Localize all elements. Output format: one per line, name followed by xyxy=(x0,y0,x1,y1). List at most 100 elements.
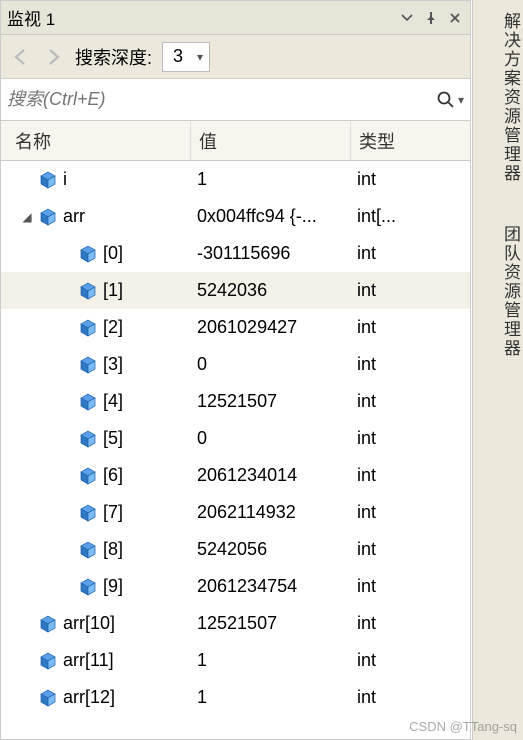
row-name: arr[12] xyxy=(63,687,115,708)
row-name: [8] xyxy=(103,539,123,560)
table-row[interactable]: [7] 2062114932int xyxy=(1,494,470,531)
sidebar-tab-team-explorer[interactable]: 团队资源管理器 xyxy=(473,213,523,370)
panel-title: 监视 1 xyxy=(7,5,398,30)
row-value: 1 xyxy=(191,679,351,716)
row-type: int xyxy=(351,531,470,568)
row-value: 2062114932 xyxy=(191,494,351,531)
search-button[interactable]: ▾ xyxy=(436,90,464,110)
search-input[interactable] xyxy=(7,89,436,110)
table-row[interactable]: [3] 0int xyxy=(1,346,470,383)
table-row[interactable]: [9] 2061234754int xyxy=(1,568,470,605)
row-value: 12521507 xyxy=(191,383,351,420)
close-icon[interactable] xyxy=(446,9,464,27)
variable-cube-icon xyxy=(39,171,57,189)
column-headers: 名称 值 类型 xyxy=(1,121,470,161)
table-row[interactable]: [0] -301115696int xyxy=(1,235,470,272)
expander-icon[interactable]: ◢ xyxy=(15,210,39,224)
row-value: 12521507 xyxy=(191,605,351,642)
dropdown-icon[interactable] xyxy=(398,9,416,27)
row-type: int xyxy=(351,605,470,642)
row-type: int xyxy=(351,383,470,420)
depth-label: 搜索深度: xyxy=(75,44,152,70)
row-type: int xyxy=(351,309,470,346)
row-name: [5] xyxy=(103,428,123,449)
row-value: 2061234014 xyxy=(191,457,351,494)
row-name: [1] xyxy=(103,280,123,301)
row-value: 5242056 xyxy=(191,531,351,568)
row-value: -301115696 xyxy=(191,235,351,272)
pin-icon[interactable] xyxy=(422,9,440,27)
table-row[interactable]: [1] 5242036int xyxy=(1,272,470,309)
row-value: 0 xyxy=(191,420,351,457)
variable-cube-icon xyxy=(39,615,57,633)
row-name: i xyxy=(63,169,67,190)
depth-value: 3 xyxy=(173,46,191,67)
row-value: 1 xyxy=(191,642,351,679)
variable-cube-icon xyxy=(79,504,97,522)
variable-cube-icon xyxy=(79,541,97,559)
toolbar: 搜索深度: 3 ▾ xyxy=(1,35,470,79)
row-name: [9] xyxy=(103,576,123,597)
row-type: int xyxy=(351,346,470,383)
variable-cube-icon xyxy=(39,689,57,707)
row-type: int[... xyxy=(351,198,470,235)
row-type: int xyxy=(351,235,470,272)
row-value: 2061234754 xyxy=(191,568,351,605)
variable-cube-icon xyxy=(79,467,97,485)
row-name: [7] xyxy=(103,502,123,523)
sidebar-tab-solution-explorer[interactable]: 解决方案资源管理器 xyxy=(473,0,523,195)
table-row[interactable]: arr[12] 1int xyxy=(1,679,470,716)
variable-cube-icon xyxy=(79,356,97,374)
watch-panel: 监视 1 搜索深度: 3 ▾ ▾ xyxy=(0,0,471,740)
table-row[interactable]: [6] 2061234014int xyxy=(1,457,470,494)
row-type: int xyxy=(351,642,470,679)
row-name: [0] xyxy=(103,243,123,264)
row-value: 5242036 xyxy=(191,272,351,309)
forward-arrow-icon[interactable] xyxy=(39,43,67,71)
row-type: int xyxy=(351,679,470,716)
row-type: int xyxy=(351,272,470,309)
row-value: 0x004ffc94 {-... xyxy=(191,198,351,235)
sidebar: 解决方案资源管理器 团队资源管理器 xyxy=(472,0,523,740)
header-name[interactable]: 名称 xyxy=(1,121,191,160)
row-name: arr[11] xyxy=(63,650,114,671)
row-type: int xyxy=(351,568,470,605)
table-row[interactable]: [4]12521507int xyxy=(1,383,470,420)
variable-cube-icon xyxy=(79,245,97,263)
row-value: 0 xyxy=(191,346,351,383)
chevron-down-icon: ▾ xyxy=(197,50,203,64)
chevron-down-icon: ▾ xyxy=(458,93,464,107)
row-type: int xyxy=(351,161,470,198)
searchbar: ▾ xyxy=(1,79,470,121)
table-row[interactable]: i 1int xyxy=(1,161,470,198)
table-row[interactable]: arr[10] 12521507int xyxy=(1,605,470,642)
back-arrow-icon[interactable] xyxy=(7,43,35,71)
row-value: 1 xyxy=(191,161,351,198)
table-row[interactable]: [5] 0int xyxy=(1,420,470,457)
row-type: int xyxy=(351,420,470,457)
titlebar: 监视 1 xyxy=(1,1,470,35)
table-row[interactable]: [2] 2061029427int xyxy=(1,309,470,346)
variable-cube-icon xyxy=(39,652,57,670)
header-type[interactable]: 类型 xyxy=(351,121,470,160)
watermark: CSDN @TTang-sq xyxy=(409,719,517,734)
variable-cube-icon xyxy=(79,578,97,596)
row-name: [6] xyxy=(103,465,123,486)
table-row[interactable]: ◢arr0x004ffc94 {-...int[... xyxy=(1,198,470,235)
row-name: [2] xyxy=(103,317,123,338)
variable-cube-icon xyxy=(79,430,97,448)
variable-cube-icon xyxy=(39,208,57,226)
table-row[interactable]: arr[11] 1int xyxy=(1,642,470,679)
depth-select[interactable]: 3 ▾ xyxy=(162,42,210,72)
row-name: arr[10] xyxy=(63,613,115,634)
variable-cube-icon xyxy=(79,319,97,337)
row-type: int xyxy=(351,457,470,494)
row-type: int xyxy=(351,494,470,531)
header-value[interactable]: 值 xyxy=(191,121,351,160)
row-value: 2061029427 xyxy=(191,309,351,346)
rows-container: i1int◢arr0x004ffc94 {-...int[...[0]-3011… xyxy=(1,161,470,739)
row-name: [3] xyxy=(103,354,123,375)
table-row[interactable]: [8] 5242056int xyxy=(1,531,470,568)
variable-cube-icon xyxy=(79,282,97,300)
variable-cube-icon xyxy=(79,393,97,411)
